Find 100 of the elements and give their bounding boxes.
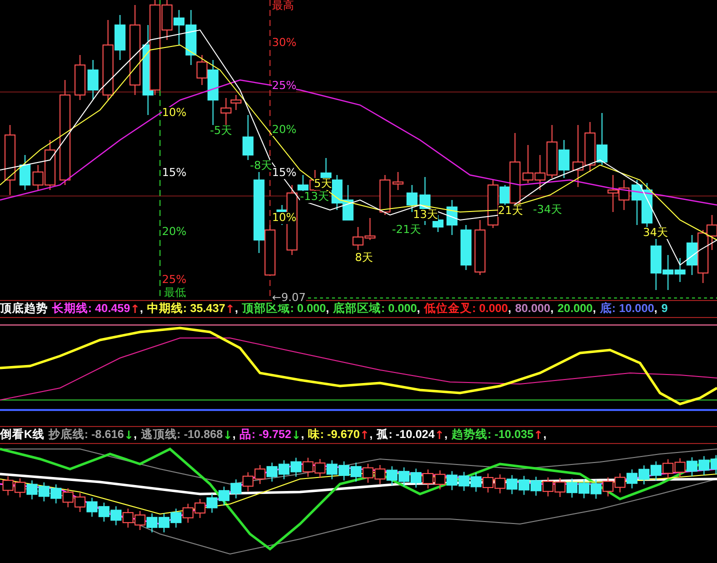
day-count-label: 8天 <box>355 252 373 264</box>
separator-comma: , <box>369 428 373 442</box>
indicator-value: 抄底线: -8.616 <box>48 428 124 442</box>
candlestick <box>122 508 134 528</box>
separator-comma: , <box>550 302 554 316</box>
candlestick <box>650 460 662 481</box>
trend-arrow: ↑ <box>225 302 235 316</box>
candlestick <box>218 486 230 506</box>
candlestick <box>290 457 302 478</box>
separator-comma: , <box>416 302 420 316</box>
candlestick <box>326 460 338 480</box>
candlestick <box>74 54 86 100</box>
candlestick <box>338 460 350 481</box>
candlestick <box>266 462 278 482</box>
candlestick <box>642 182 652 228</box>
separator-comma: , <box>232 428 236 442</box>
trend-arrow: ↑ <box>534 428 544 442</box>
candlestick <box>662 458 674 479</box>
indicator-value: 孤: -10.024 <box>376 428 435 442</box>
day-count-label: -8天 <box>250 160 272 172</box>
candlestick <box>590 479 602 500</box>
day-count-label: -34天 <box>533 204 562 216</box>
indicator-value: 长期线: 40.459 <box>52 302 130 316</box>
day-count-label: 13天 <box>413 209 438 221</box>
candlestick <box>584 122 596 172</box>
candlestick <box>578 478 590 499</box>
trend-arrow: ↓ <box>291 428 301 442</box>
candlestick <box>62 488 74 508</box>
percent-mark: 25% <box>272 80 296 92</box>
separator-comma: , <box>300 428 304 442</box>
candlestick <box>608 174 618 212</box>
candlestick <box>392 172 404 190</box>
percent-mark: 20% <box>272 124 296 136</box>
trend-arrow: ↑ <box>360 428 370 442</box>
indicator-value: 中期线: 35.437 <box>147 302 226 316</box>
candlestick <box>554 478 566 498</box>
indicator-value: 9 <box>661 302 668 316</box>
separator-comma: , <box>592 302 596 316</box>
candlestick <box>380 174 390 216</box>
candlestick <box>14 478 26 498</box>
candlestick <box>332 174 342 210</box>
candlestick <box>86 497 98 518</box>
candlestick <box>386 466 398 486</box>
indicator-value: 趋势线: -10.035 <box>452 428 534 442</box>
candlestick <box>242 114 254 160</box>
trend-arrow: ↑ <box>130 302 140 316</box>
candlestick <box>38 482 50 502</box>
candlestick <box>2 476 14 496</box>
candlestick <box>482 473 494 494</box>
separator-comma: , <box>134 428 137 442</box>
indicator-value: 80.000 <box>515 302 550 316</box>
candlestick <box>674 458 686 478</box>
candlestick <box>434 470 446 490</box>
indicator-title: 顶底趋势 <box>0 302 48 316</box>
separator-comma: , <box>654 302 658 316</box>
candlestick <box>398 466 410 487</box>
candlestick <box>342 184 354 220</box>
candlestick <box>302 457 314 478</box>
indicator-value: 味: -9.670 <box>308 428 360 442</box>
day-count-label: -13天 <box>300 191 329 203</box>
candlestick <box>26 480 38 500</box>
candlestick <box>518 475 530 496</box>
candlestick <box>4 124 16 196</box>
candlestick <box>278 460 290 480</box>
separator-comma: , <box>543 428 546 442</box>
candlestick <box>158 512 170 533</box>
trend-arrow: ↑ <box>434 428 444 442</box>
percent-mark: 15% <box>272 167 296 179</box>
candlestick <box>566 478 578 498</box>
day-count-label: 21天 <box>498 205 523 217</box>
candlestick <box>686 456 698 477</box>
candlestick <box>614 472 626 493</box>
candlestick <box>602 476 614 497</box>
candlestick <box>352 226 364 250</box>
indicator-value: 低位金叉: 0.000 <box>424 302 508 316</box>
candlestick <box>460 224 472 270</box>
separator-comma: , <box>508 302 512 316</box>
candlestick <box>20 154 30 190</box>
candlestick <box>350 462 362 482</box>
candlestick <box>530 476 542 496</box>
candlestick <box>506 474 518 495</box>
trend-arrow: ↓ <box>124 428 134 442</box>
indicator-value: 品: -9.752 <box>240 428 292 442</box>
candlestick <box>474 220 486 276</box>
candlestick <box>182 503 194 524</box>
candlestick <box>626 468 638 489</box>
candlestick <box>422 469 434 490</box>
candlestick <box>254 464 266 484</box>
percent-mark: 20% <box>162 226 186 238</box>
candlestick <box>410 468 422 488</box>
percent-mark: 25% <box>162 274 186 286</box>
candlestick <box>522 144 534 184</box>
candlestick <box>314 458 326 478</box>
indicator-title: 倒看K线 <box>0 428 44 442</box>
candlestick <box>374 464 386 484</box>
candlestick <box>638 464 650 485</box>
candlestick <box>146 512 158 533</box>
candlestick <box>206 493 218 514</box>
percent-mark: 30% <box>272 37 296 49</box>
candlestick <box>362 463 374 484</box>
